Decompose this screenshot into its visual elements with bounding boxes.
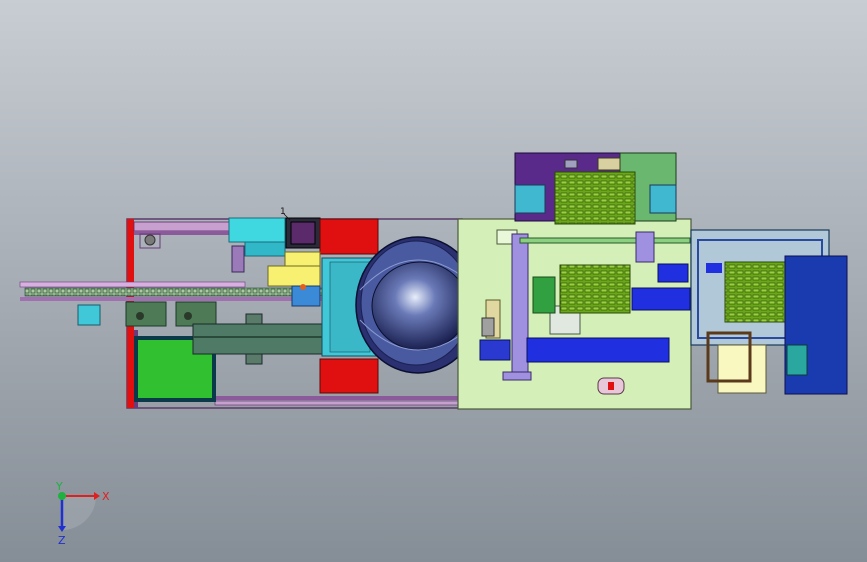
red-block-top <box>319 218 379 255</box>
z-axis-label: Z <box>58 534 66 547</box>
middle-coil <box>559 264 631 314</box>
upper-coil-assembly <box>514 152 677 225</box>
y-axis-dot <box>58 492 66 500</box>
yellow-plate <box>717 344 767 394</box>
red-block-bottom <box>319 358 379 394</box>
teal-bracket <box>786 344 808 376</box>
y-axis-label: Y <box>55 480 63 493</box>
bowl-dome <box>371 261 469 351</box>
x-axis-label: X <box>102 490 110 503</box>
part-number-label: 1 <box>280 207 286 217</box>
cad-viewport[interactable]: 1 X Z Y <box>0 0 867 562</box>
